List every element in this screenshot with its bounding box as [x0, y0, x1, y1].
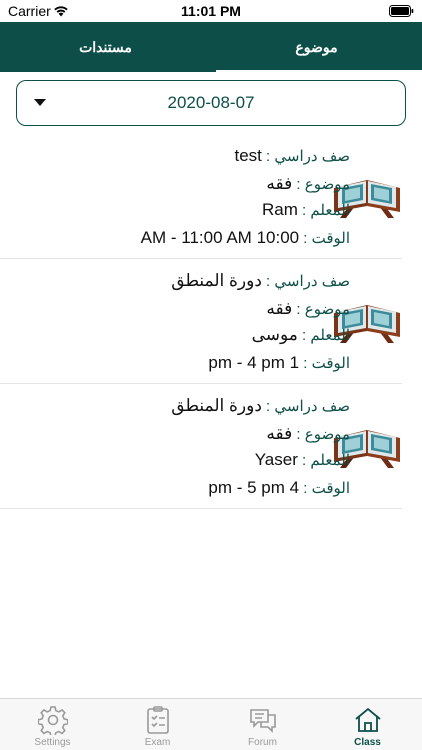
- clock: 11:01 PM: [181, 3, 241, 19]
- tab-subject[interactable]: موضوع: [211, 22, 422, 72]
- teacher-row: المعلم : موسى: [252, 325, 350, 345]
- list-item[interactable]: صف دراسي : test موضوع : فقه المعلم : Ram…: [0, 134, 402, 259]
- subject-value: فقه: [266, 174, 293, 193]
- subject-row: موضوع : فقه: [266, 299, 350, 319]
- tab-forum[interactable]: Forum: [210, 699, 315, 750]
- home-icon: [354, 707, 381, 732]
- list-item[interactable]: صف دراسي : دورة المنطق موضوع : فقه المعل…: [0, 259, 402, 384]
- selected-date: 2020-08-07: [167, 93, 255, 112]
- class-list: صف دراسي : test موضوع : فقه المعلم : Ram…: [0, 134, 422, 509]
- subject-label: موضوع :: [292, 176, 350, 193]
- subject-row: موضوع : فقه: [266, 424, 350, 444]
- teacher-row: المعلم : Yaser: [255, 450, 350, 470]
- class-row: صف دراسي : test: [234, 146, 350, 166]
- teacher-row: المعلم : Ram: [262, 200, 350, 220]
- chat-icon: [249, 709, 276, 733]
- status-bar: Carrier 11:01 PM: [0, 0, 422, 22]
- subject-label: موضوع :: [292, 426, 350, 443]
- class-value: test: [234, 146, 262, 165]
- class-row: صف دراسي : دورة المنطق: [171, 396, 350, 416]
- class-label: صف دراسي :: [261, 273, 350, 290]
- class-label: صف دراسي :: [261, 398, 350, 415]
- tab-forum-label: Forum: [248, 737, 277, 748]
- gear-icon: [37, 706, 68, 735]
- time-label: الوقت :: [299, 230, 350, 247]
- tab-class-label: Class: [354, 737, 381, 748]
- list-item[interactable]: صف دراسي : دورة المنطق موضوع : فقه المعل…: [0, 384, 402, 509]
- class-row: صف دراسي : دورة المنطق: [171, 271, 350, 291]
- tab-settings-label: Settings: [34, 737, 71, 748]
- teacher-value: Yaser: [254, 450, 298, 469]
- tab-class[interactable]: Class: [315, 699, 420, 750]
- time-value: AM - 11:00 AM 10:00: [140, 228, 300, 247]
- subject-row: موضوع : فقه: [266, 174, 350, 194]
- tab-exam[interactable]: Exam: [105, 699, 210, 750]
- teacher-value: موسى: [251, 325, 298, 344]
- segment-tabs: مستندات موضوع: [0, 22, 422, 72]
- date-dropdown[interactable]: 2020-08-07: [16, 80, 406, 126]
- teacher-label: المعلم :: [297, 202, 350, 219]
- subject-label: موضوع :: [292, 301, 350, 318]
- time-row: الوقت : pm - 4 pm 1: [208, 353, 350, 373]
- tab-documents[interactable]: مستندات: [0, 22, 211, 72]
- subject-value: فقه: [266, 424, 293, 443]
- subject-value: فقه: [266, 299, 293, 318]
- time-row: الوقت : AM - 11:00 AM 10:00: [141, 228, 350, 248]
- active-tab-indicator: [216, 70, 422, 72]
- teacher-label: المعلم :: [297, 327, 350, 344]
- time-label: الوقت :: [299, 355, 350, 372]
- teacher-label: المعلم :: [297, 452, 350, 469]
- time-label: الوقت :: [299, 480, 350, 497]
- clipboard-icon: [146, 706, 169, 734]
- time-value: pm - 4 pm 1: [208, 353, 300, 372]
- class-value: دورة المنطق: [171, 271, 262, 290]
- battery-icon: [389, 5, 414, 17]
- tab-settings[interactable]: Settings: [0, 699, 105, 750]
- class-value: دورة المنطق: [171, 396, 262, 415]
- teacher-value: Ram: [261, 200, 298, 219]
- time-value: pm - 5 pm 4: [208, 478, 300, 497]
- bottom-tab-bar: Settings Exam Forum Class: [0, 698, 422, 750]
- tab-exam-label: Exam: [144, 737, 171, 748]
- time-row: الوقت : pm - 5 pm 4: [208, 478, 350, 498]
- class-label: صف دراسي :: [261, 148, 350, 165]
